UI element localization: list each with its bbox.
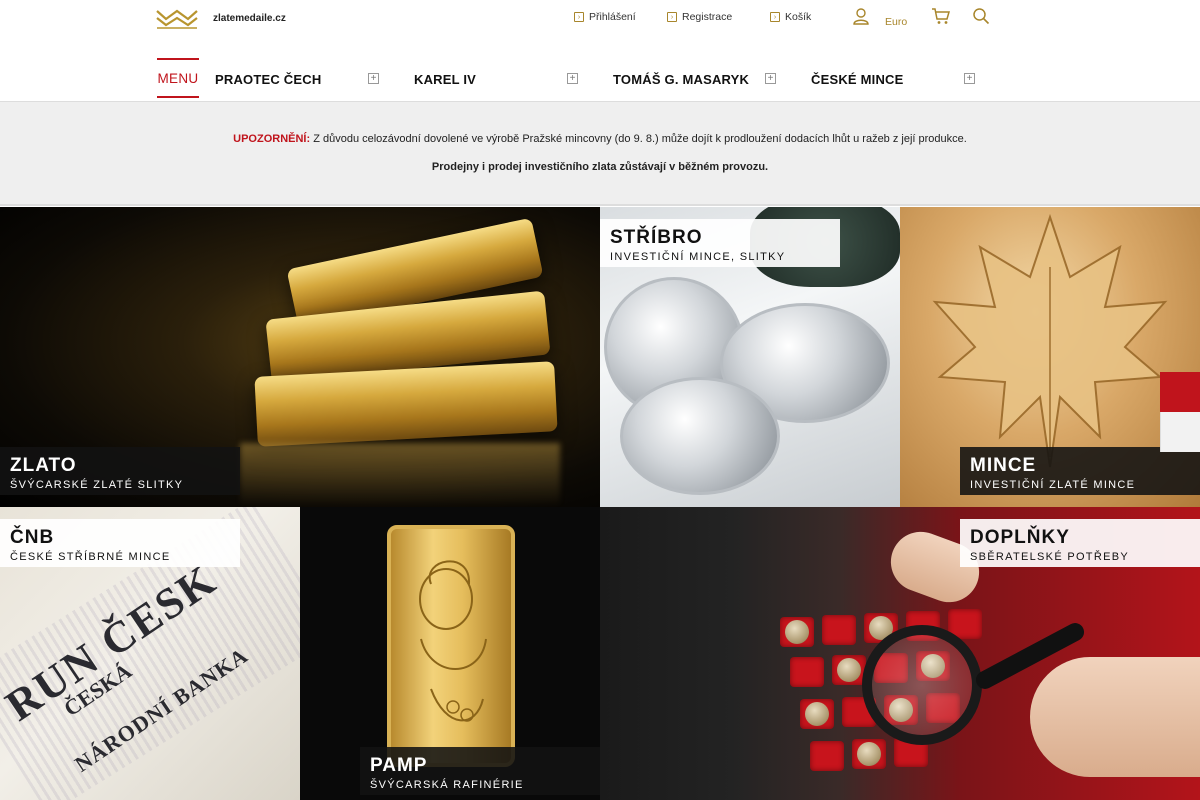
tile-subtitle: ŠVÝCARSKÉ ZLATÉ SLITKY	[10, 479, 184, 491]
tile-title: PAMP	[370, 755, 428, 776]
tile-mince[interactable]: MINCE INVESTIČNÍ ZLATÉ MINCE	[900, 207, 1200, 507]
login-label: Přihlášení	[589, 11, 636, 23]
tile-subtitle: SBĚRATELSKÉ POTŘEBY	[970, 551, 1129, 563]
tile-pamp[interactable]: PAMP ŠVÝCARSKÁ RAFINÉRIE	[300, 507, 600, 800]
register-link[interactable]: › Registrace	[667, 11, 732, 23]
tile-label: STŘÍBRO INVESTIČNÍ MINCE, SLITKY	[600, 219, 840, 267]
notice-banner: UPOZORNĚNÍ: Z důvodu celozávodní dovolen…	[0, 102, 1200, 206]
tile-subtitle: ŠVÝCARSKÁ RAFINÉRIE	[370, 779, 524, 791]
tile-subtitle: INVESTIČNÍ ZLATÉ MINCE	[970, 479, 1136, 491]
site-header: zlatemedaile.cz › Přihlášení › Registrac…	[0, 0, 1200, 102]
nav-item-praotec-cech[interactable]: PRAOTEC ČECH	[215, 72, 321, 87]
login-link[interactable]: › Přihlášení	[574, 11, 636, 23]
tile-subtitle: ČESKÉ STŘÍBRNÉ MINCE	[10, 551, 171, 563]
register-label: Registrace	[682, 11, 733, 23]
tile-title: DOPLŇKY	[970, 527, 1070, 548]
expand-icon[interactable]: +	[964, 73, 975, 84]
user-icon[interactable]	[852, 7, 870, 25]
nav-item-ceske-mince[interactable]: ČESKÉ MINCE	[811, 72, 904, 87]
search-icon[interactable]	[972, 7, 990, 25]
menu-button[interactable]: MENU	[157, 58, 199, 98]
arrow-right-icon: ›	[574, 12, 584, 22]
cart-label: Košík	[785, 11, 812, 23]
nav-item-karel-iv[interactable]: KAREL IV	[414, 72, 476, 87]
expand-icon[interactable]: +	[567, 73, 578, 84]
expand-icon[interactable]: +	[368, 73, 379, 84]
arrow-right-icon: ›	[667, 12, 677, 22]
expand-icon[interactable]: +	[765, 73, 776, 84]
language-flag-czech[interactable]	[1160, 372, 1200, 412]
tile-title: ČNB	[10, 527, 55, 548]
tile-title: STŘÍBRO	[610, 227, 703, 248]
language-flag-alt[interactable]	[1160, 412, 1200, 452]
arrow-right-icon: ›	[770, 12, 780, 22]
tile-title: ZLATO	[10, 455, 77, 476]
tile-label: ČNB ČESKÉ STŘÍBRNÉ MINCE	[0, 519, 240, 567]
notice-warning-label: UPOZORNĚNÍ:	[233, 133, 311, 145]
site-logo[interactable]: zlatemedaile.cz	[155, 7, 286, 29]
tile-subtitle: INVESTIČNÍ MINCE, SLITKY	[610, 251, 786, 263]
pamp-gold-bar-image	[387, 525, 515, 767]
tile-label: PAMP ŠVÝCARSKÁ RAFINÉRIE	[360, 747, 600, 795]
logo-text: zlatemedaile.cz	[213, 12, 286, 24]
cart-icon[interactable]	[931, 7, 951, 25]
tile-stribro[interactable]: STŘÍBRO INVESTIČNÍ MINCE, SLITKY	[600, 207, 900, 507]
currency-selector[interactable]: Euro	[885, 16, 907, 28]
notice-warning: UPOZORNĚNÍ: Z důvodu celozávodní dovolen…	[0, 133, 1200, 145]
tile-label: ZLATO ŠVÝCARSKÉ ZLATÉ SLITKY	[0, 447, 240, 495]
notice-info: Prodejny i prodej investičního zlata zůs…	[431, 161, 769, 173]
tile-title: MINCE	[970, 455, 1037, 476]
tile-label: DOPLŇKY SBĚRATELSKÉ POTŘEBY	[960, 519, 1200, 567]
nav-item-tomas-masaryk[interactable]: TOMÁŠ G. MASARYK	[613, 72, 749, 87]
tile-label: MINCE INVESTIČNÍ ZLATÉ MINCE	[960, 447, 1200, 495]
cart-link[interactable]: › Košík	[770, 11, 811, 23]
tile-zlato[interactable]: ZLATO ŠVÝCARSKÉ ZLATÉ SLITKY	[0, 207, 600, 507]
tile-doplnky[interactable]: DOPLŇKY SBĚRATELSKÉ POTŘEBY	[600, 507, 1200, 800]
main-nav: MENU PRAOTEC ČECH + KAREL IV + TOMÁŠ G. …	[0, 58, 1200, 100]
tile-cnb[interactable]: RUN ČESK ČESKÁ NÁRODNÍ BANKA ČNB ČESKÉ S…	[0, 507, 300, 800]
crown-logo-icon	[156, 9, 198, 29]
notice-warning-text: Z důvodu celozávodní dovolené ve výrobě …	[310, 133, 967, 145]
